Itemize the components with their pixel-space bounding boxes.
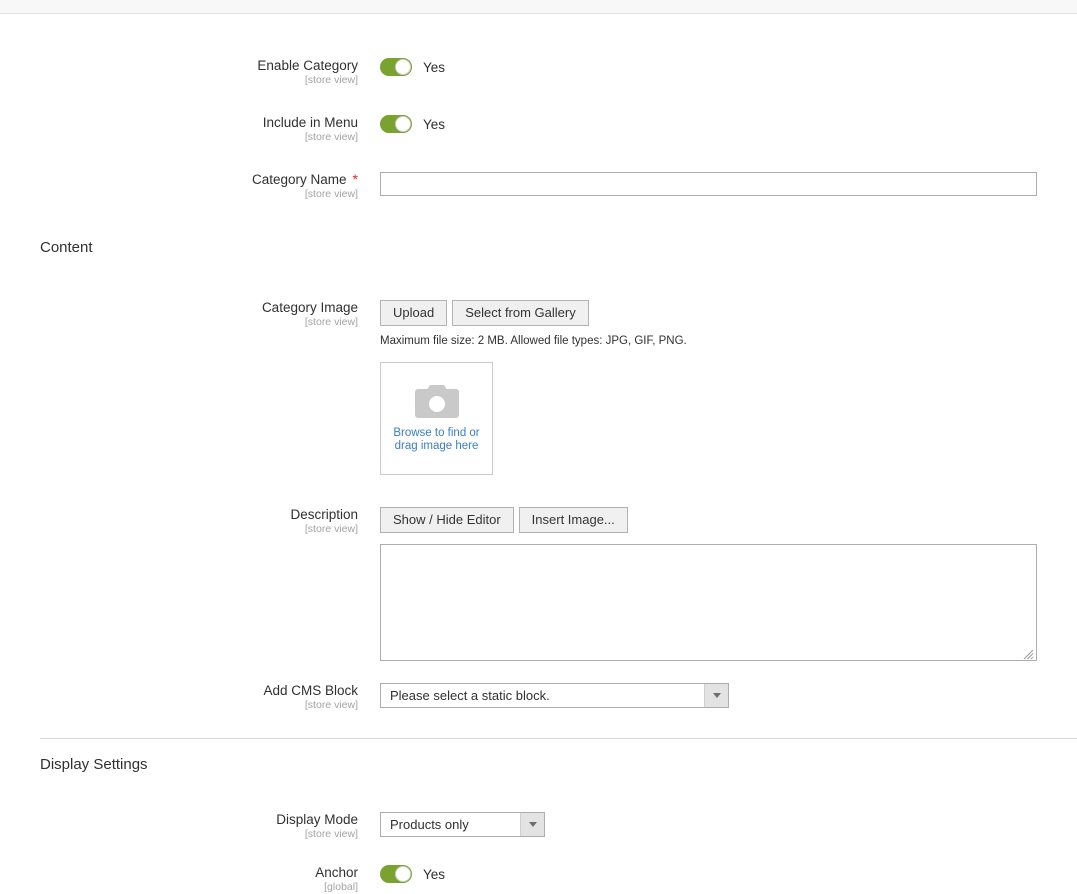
camera-icon [414,384,459,418]
anchor-scope: [global] [324,881,358,893]
description-scope: [store view] [304,523,358,535]
category-name-control [358,172,1077,196]
enable-category-scope: [store view] [304,74,358,86]
category-image-control: Upload Select from Gallery Maximum file s… [358,300,1077,475]
category-name-label-text: Category Name [252,172,347,187]
field-category-image: Category Image [store view] Upload Select… [0,300,1077,475]
anchor-label-column: Anchor [global] [0,865,358,894]
category-name-label-column: Category Name * [store view] [0,172,358,201]
add-cms-block-scope: [store view] [304,699,358,711]
add-cms-block-select[interactable]: Please select a static block. [380,683,729,708]
enable-category-control: Yes [358,58,1077,76]
enable-category-toggle[interactable] [380,58,412,76]
category-form: Enable Category [store view] Yes Include… [0,15,1077,894]
select-from-gallery-button[interactable]: Select from Gallery [452,300,589,326]
description-control: Show / Hide Editor Insert Image... [358,507,1077,661]
anchor-toggle[interactable] [380,865,412,883]
description-textarea-wrap [380,544,1037,661]
chevron-down-icon[interactable] [704,684,728,707]
field-category-name: Category Name * [store view] [0,172,1077,201]
anchor-control: Yes [358,865,1077,883]
field-include-in-menu: Include in Menu [store view] Yes [0,115,1077,144]
field-enable-category: Enable Category [store view] Yes [0,58,1077,87]
description-buttons: Show / Hide Editor Insert Image... [380,507,1077,533]
field-anchor: Anchor [global] Yes [0,865,1077,894]
category-image-note: Maximum file size: 2 MB. Allowed file ty… [380,335,687,347]
include-in-menu-toggle-wrap: Yes [380,115,1077,133]
add-cms-block-label-column: Add CMS Block [store view] [0,683,358,712]
include-in-menu-value: Yes [423,116,446,132]
show-hide-editor-button[interactable]: Show / Hide Editor [380,507,514,533]
anchor-label: Anchor [315,865,358,880]
display-mode-select[interactable]: Products only [380,812,545,837]
enable-category-toggle-wrap: Yes [380,58,1077,76]
display-mode-scope: [store view] [304,828,358,840]
category-image-label: Category Image [261,300,358,315]
category-name-scope: [store view] [304,188,358,200]
anchor-toggle-wrap: Yes [380,865,1077,883]
include-in-menu-label-column: Include in Menu [store view] [0,115,358,144]
display-mode-selected-value: Products only [390,817,469,832]
dropzone-line-1: Browse to find or [393,426,480,439]
chevron-down-icon[interactable] [520,813,544,836]
description-label-column: Description [store view] [0,507,358,536]
toggle-knob-icon [395,116,411,132]
display-mode-label-column: Display Mode [store view] [0,812,358,841]
upload-button[interactable]: Upload [380,300,448,326]
enable-category-label-column: Enable Category [store view] [0,58,358,87]
field-add-cms-block: Add CMS Block [store view] Please select… [0,683,1077,712]
enable-category-value: Yes [423,59,446,75]
arrow-glyph [528,822,537,827]
include-in-menu-control: Yes [358,115,1077,133]
display-mode-label: Display Mode [276,812,358,827]
enable-category-label: Enable Category [257,58,358,73]
dropzone-line-2: drag image here [394,439,479,452]
category-name-label: Category Name * [0,172,358,188]
description-label: Description [290,507,358,522]
include-in-menu-scope: [store view] [304,131,358,143]
category-image-label-column: Category Image [store view] [0,300,358,329]
add-cms-block-control: Please select a static block. [358,683,1077,708]
add-cms-block-selected-value: Please select a static block. [390,688,550,703]
page-top-bar [0,0,1077,14]
anchor-value: Yes [423,866,446,882]
display-settings-section-title: Display Settings [40,756,148,773]
toggle-knob-icon [395,866,411,882]
field-description: Description [store view] Show / Hide Edi… [0,507,1077,661]
category-image-scope: [store view] [304,316,358,328]
image-dropzone[interactable]: Browse to find or drag image here [380,362,493,475]
insert-image-button[interactable]: Insert Image... [518,507,628,533]
field-display-mode: Display Mode [store view] Products only [0,812,1077,841]
include-in-menu-toggle[interactable] [380,115,412,133]
dropzone-text: Browse to find or drag image here [393,427,479,453]
toggle-knob-icon [395,59,411,75]
content-section-title: Content [40,239,93,256]
add-cms-block-label: Add CMS Block [263,683,358,698]
display-mode-control: Products only [358,812,1077,837]
category-name-input[interactable] [380,172,1037,196]
section-divider [40,738,1077,739]
category-image-buttons: Upload Select from Gallery [380,300,1077,326]
description-textarea[interactable] [380,544,1037,661]
include-in-menu-label: Include in Menu [262,115,358,130]
arrow-glyph [712,693,721,698]
